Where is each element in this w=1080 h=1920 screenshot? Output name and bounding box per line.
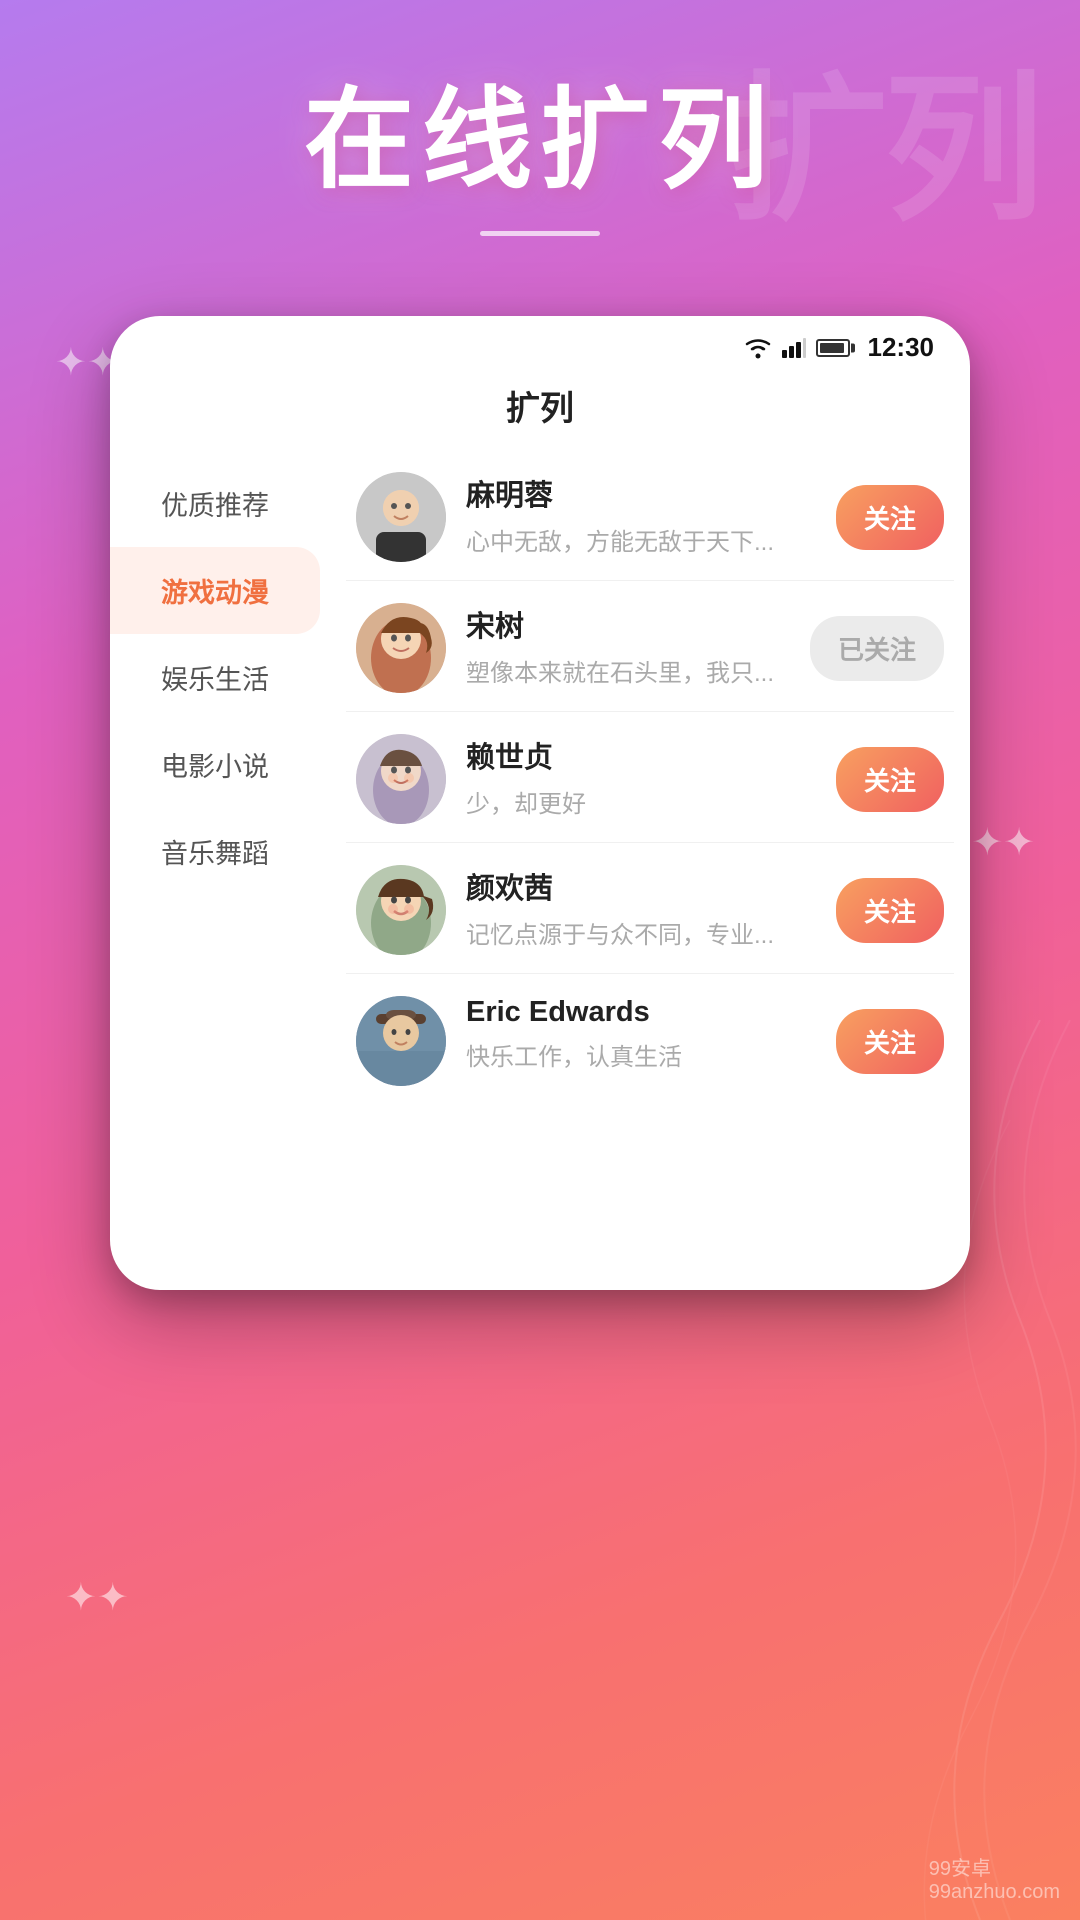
list-item: 宋树 塑像本来就在石头里，我只... 已关注 [346,581,954,712]
status-icons [744,337,850,359]
divider [480,231,600,236]
sparkle-decoration-3 [65,1575,129,1620]
avatar [356,734,446,824]
content-area: 优质推荐 游戏动漫 娱乐生活 电影小说 音乐舞蹈 [110,450,970,1270]
follow-button[interactable]: 关注 [836,485,944,550]
main-title: 在线扩列 [0,80,1080,201]
status-time: 12:30 [868,332,935,363]
user-name: 宋树 [466,603,790,645]
header-section: 在线扩列 [0,0,1080,276]
sparkle-decoration-2 [971,820,1035,865]
battery-icon [816,339,850,357]
avatar [356,996,446,1086]
followed-button[interactable]: 已关注 [810,616,944,681]
avatar [356,603,446,693]
sidebar-item-recommend[interactable]: 优质推荐 [110,460,320,547]
avatar [356,472,446,562]
user-bio: 快乐工作，认真生活 [466,1037,786,1072]
user-bio: 少，却更好 [466,784,786,819]
user-bio: 塑像本来就在石头里，我只... [466,653,786,688]
avatar [356,865,446,955]
user-name: 麻明蓉 [466,472,816,514]
list-item: 麻明蓉 心中无敌，方能无敌于天下... 关注 [346,450,954,581]
signal-icon [782,338,806,358]
user-name: 颜欢茜 [466,865,816,907]
status-bar: 12:30 [110,316,970,371]
list-item: 颜欢茜 记忆点源于与众不同，专业... 关注 [346,843,954,974]
user-info: 麻明蓉 心中无敌，方能无敌于天下... [466,472,816,557]
sidebar-item-movie-novel[interactable]: 电影小说 [110,721,320,808]
user-name: Eric Edwards [466,996,816,1029]
sidebar-item-entertainment[interactable]: 娱乐生活 [110,634,320,721]
sidebar: 优质推荐 游戏动漫 娱乐生活 电影小说 音乐舞蹈 [110,450,330,1270]
user-info: Eric Edwards 快乐工作，认真生活 [466,996,816,1072]
sidebar-item-game-anime[interactable]: 游戏动漫 [110,547,320,634]
watermark: 99安卓99anzhuo.com [929,1852,1060,1904]
follow-button[interactable]: 关注 [836,747,944,812]
user-info: 宋树 塑像本来就在石头里，我只... [466,603,790,688]
sidebar-item-music-dance[interactable]: 音乐舞蹈 [110,808,320,895]
follow-button[interactable]: 关注 [836,1009,944,1074]
phone-mockup: 12:30 扩列 优质推荐 游戏动漫 娱乐生活 电影小说 音乐舞蹈 [110,316,970,1290]
user-info: 颜欢茜 记忆点源于与众不同，专业... [466,865,816,950]
user-info: 赖世贞 少，却更好 [466,734,816,819]
user-list: 麻明蓉 心中无敌，方能无敌于天下... 关注 [330,450,970,1270]
user-bio: 心中无敌，方能无敌于天下... [466,522,786,557]
app-header-title: 扩列 [110,371,970,450]
wifi-icon [744,337,772,359]
list-item: 赖世贞 少，却更好 关注 [346,712,954,843]
list-item: Eric Edwards 快乐工作，认真生活 关注 [346,974,954,1104]
follow-button[interactable]: 关注 [836,878,944,943]
user-name: 赖世贞 [466,734,816,776]
user-bio: 记忆点源于与众不同，专业... [466,915,786,950]
